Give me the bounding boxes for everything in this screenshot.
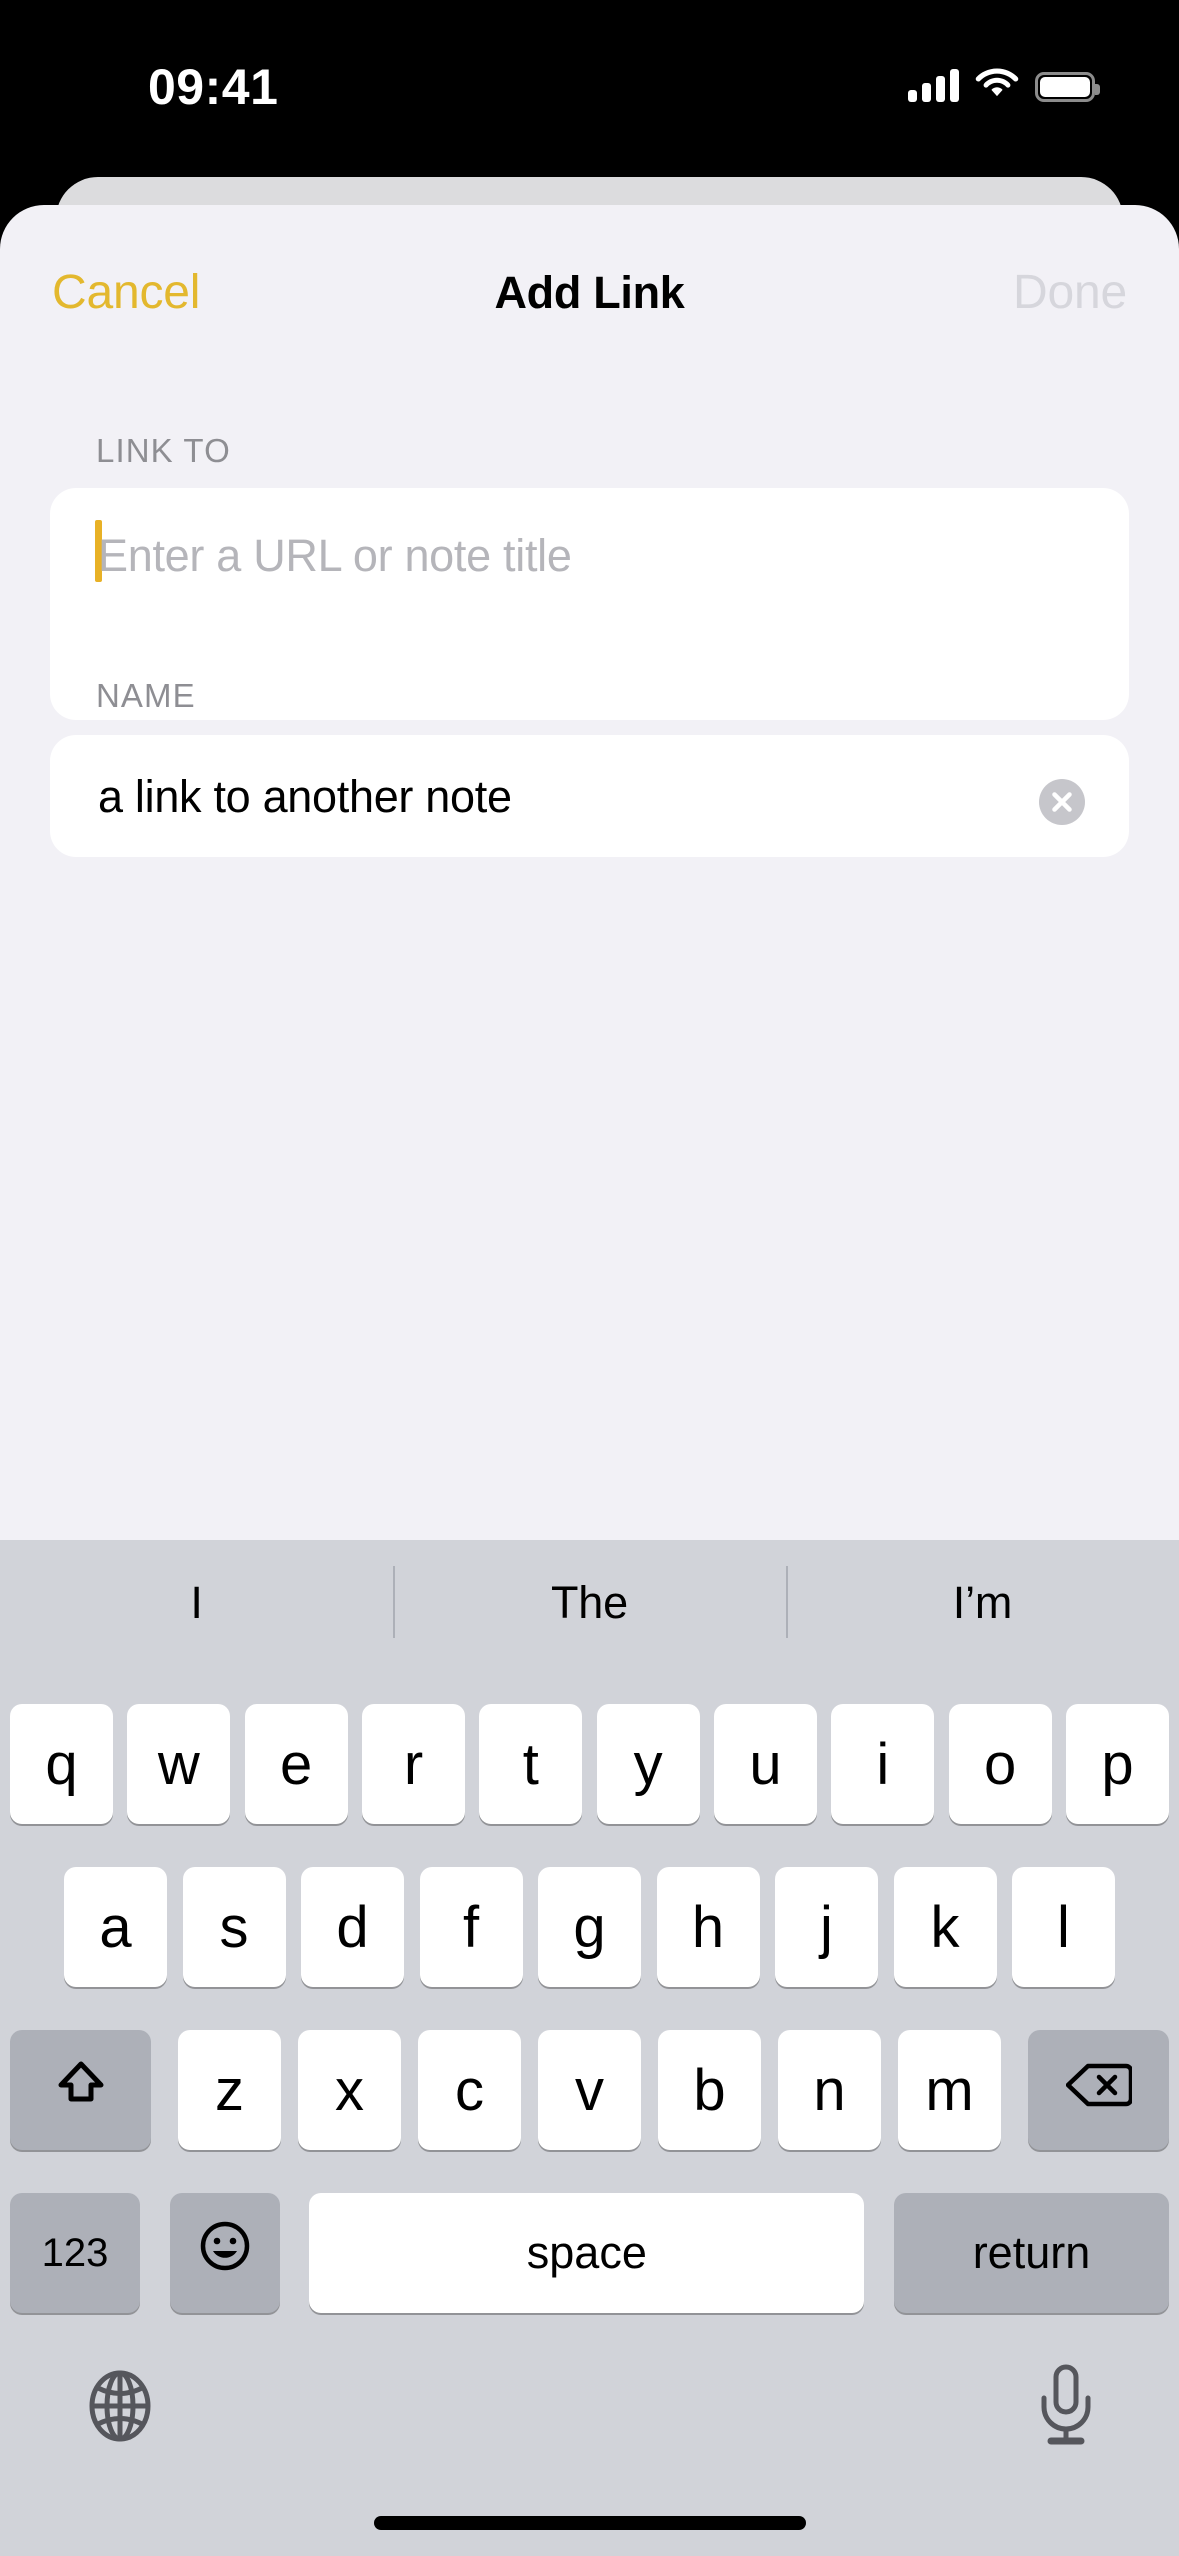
backspace-key[interactable] — [1028, 2030, 1169, 2150]
key-h[interactable]: h — [656, 1867, 760, 1987]
status-bar: 09:41 — [0, 0, 1179, 160]
home-indicator — [373, 2516, 806, 2530]
clear-circle-icon[interactable] — [1039, 779, 1085, 825]
key-f[interactable]: f — [419, 1867, 523, 1987]
predictive-suggestion-bar: I The I’m — [0, 1540, 1179, 1665]
key-r[interactable]: r — [361, 1704, 465, 1824]
link-to-input[interactable]: Enter a URL or note title — [50, 488, 1129, 720]
key-q[interactable]: q — [10, 1704, 113, 1824]
key-b[interactable]: b — [658, 2030, 761, 2150]
backspace-delete-icon — [1065, 2057, 1133, 2124]
phone-screen: 09:41 Cancel Add Link Done LINK TO Enter… — [0, 0, 1179, 2556]
space-key[interactable]: space — [309, 2193, 865, 2313]
microphone-dictation-icon[interactable] — [1035, 2364, 1097, 2448]
keyboard-row-1: q w e r t y u i o p — [0, 1704, 1179, 1824]
return-key[interactable]: return — [893, 2193, 1169, 2313]
numbers-key[interactable]: 123 — [10, 2193, 140, 2313]
key-w[interactable]: w — [127, 1704, 231, 1824]
key-n[interactable]: n — [778, 2030, 881, 2150]
link-to-section-label: LINK TO — [96, 432, 231, 469]
key-s[interactable]: s — [182, 1867, 286, 1987]
shift-arrow-icon — [51, 2053, 111, 2127]
suggestion-item[interactable]: The — [393, 1540, 786, 1665]
key-m[interactable]: m — [898, 2030, 1001, 2150]
emoji-smiley-icon — [197, 2218, 253, 2288]
key-o[interactable]: o — [948, 1704, 1052, 1824]
key-a[interactable]: a — [64, 1867, 167, 1987]
key-d[interactable]: d — [301, 1867, 404, 1987]
key-z[interactable]: z — [178, 2030, 281, 2150]
key-x[interactable]: x — [298, 2030, 401, 2150]
key-g[interactable]: g — [538, 1867, 641, 1987]
key-p[interactable]: p — [1065, 1704, 1169, 1824]
key-e[interactable]: e — [244, 1704, 348, 1824]
navigation-bar: Cancel Add Link Done — [0, 205, 1179, 335]
key-t[interactable]: t — [479, 1704, 583, 1824]
key-i[interactable]: i — [831, 1704, 935, 1824]
keyboard-row-4: 123 space return — [0, 2193, 1179, 2313]
page-title: Add Link — [494, 267, 685, 318]
link-to-placeholder: Enter a URL or note title — [98, 530, 572, 581]
wifi-icon — [975, 63, 1019, 102]
key-j[interactable]: j — [775, 1867, 878, 1987]
key-y[interactable]: y — [596, 1704, 700, 1824]
key-c[interactable]: c — [418, 2030, 521, 2150]
key-v[interactable]: v — [538, 2030, 641, 2150]
keyboard-row-2: a s d f g h j k l — [0, 1867, 1179, 1987]
name-input[interactable]: a link to another note — [50, 735, 1129, 857]
status-bar-time: 09:41 — [148, 59, 279, 115]
battery-full-icon — [1035, 72, 1100, 102]
keyboard-row-3: z x c v b n m — [0, 2030, 1179, 2150]
emoji-key[interactable] — [169, 2193, 280, 2313]
software-keyboard: I The I’m q w e r t y u i o p a s d f g … — [0, 1540, 1179, 2556]
suggestion-item[interactable]: I’m — [786, 1540, 1179, 1665]
globe-language-icon[interactable] — [82, 2368, 158, 2444]
key-k[interactable]: k — [893, 1867, 997, 1987]
suggestion-item[interactable]: I — [0, 1540, 393, 1665]
key-u[interactable]: u — [713, 1704, 817, 1824]
status-bar-indicators — [908, 62, 1100, 102]
shift-key[interactable] — [10, 2030, 151, 2150]
done-button[interactable]: Done — [1013, 265, 1127, 320]
signal-bars-icon — [908, 68, 959, 102]
add-link-sheet: Cancel Add Link Done LINK TO Enter a URL… — [0, 205, 1179, 1540]
name-input-value: a link to another note — [98, 771, 512, 822]
name-section-label: NAME — [96, 677, 196, 714]
key-l[interactable]: l — [1012, 1867, 1115, 1987]
